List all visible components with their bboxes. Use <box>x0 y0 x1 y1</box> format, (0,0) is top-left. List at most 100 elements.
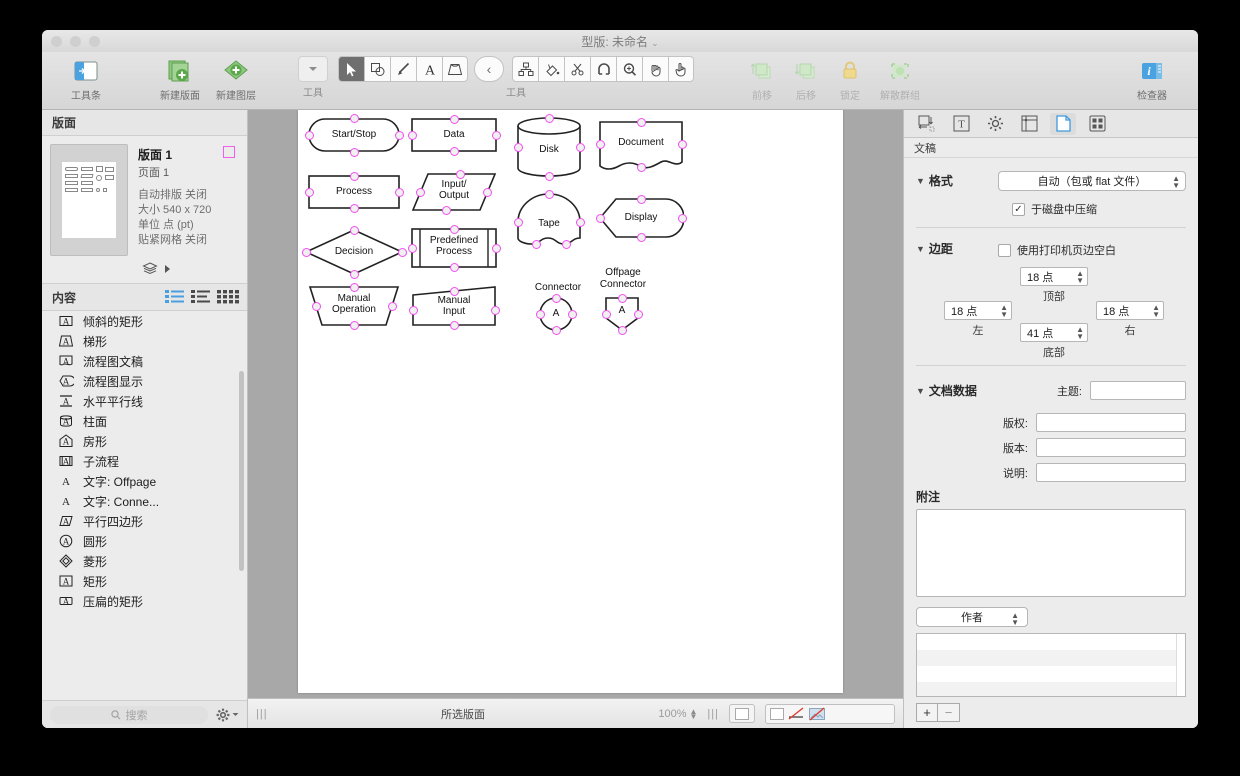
handle-right[interactable] <box>397 247 407 257</box>
inspector-button[interactable]: i 检查器 <box>1130 56 1174 102</box>
text-tool[interactable]: A <box>416 56 442 82</box>
collapse-tool[interactable]: ‹ <box>474 56 504 82</box>
toolbar-toggle-button[interactable]: 工具条 <box>64 56 108 102</box>
shape-disk[interactable]: Disk <box>513 113 585 181</box>
title-chevron-icon[interactable]: ⌄ <box>651 38 659 48</box>
canvas-viewport[interactable]: Start/Stop Data Disk Document Process In… <box>248 110 903 698</box>
handle-top[interactable] <box>544 189 554 199</box>
handle-left[interactable] <box>304 130 314 140</box>
handle-left[interactable] <box>513 217 523 227</box>
handle-left[interactable] <box>408 305 418 315</box>
compress-checkbox-row[interactable]: ✓ 于磁盘中压缩 <box>1012 201 1186 217</box>
ungroup-button[interactable]: 解散群组 <box>872 56 928 102</box>
magnet-tool[interactable] <box>590 56 616 82</box>
handle-bottom[interactable] <box>544 171 554 181</box>
handle-top[interactable] <box>449 224 459 234</box>
canvas-page[interactable]: Start/Stop Data Disk Document Process In… <box>298 110 843 693</box>
handle-left[interactable] <box>595 213 605 223</box>
handle-top[interactable] <box>636 117 646 127</box>
handle-bottom[interactable] <box>449 262 459 272</box>
canvas-item[interactable]: 版面 1 页面 1 自动排版 关闭 大小 540 x 720 单位 点 (pt)… <box>50 144 239 275</box>
handle-bottom[interactable] <box>349 203 359 213</box>
grid-view-icon[interactable] <box>217 289 239 305</box>
handle-left[interactable] <box>595 139 605 149</box>
list-item[interactable]: A 流程图显示 <box>42 371 247 391</box>
handle-bottom[interactable] <box>551 325 561 335</box>
format-disclosure-icon[interactable]: ▼ <box>916 176 925 186</box>
handle-bottom[interactable] <box>349 147 359 157</box>
handle-bottom[interactable] <box>349 269 359 279</box>
margins-disclosure-icon[interactable]: ▼ <box>916 244 925 254</box>
list-item[interactable]: A 子流程 <box>42 451 247 471</box>
shape-manual-operation[interactable]: Manual Operation <box>308 282 400 330</box>
pointer-hand-tool[interactable] <box>668 56 694 82</box>
margin-bottom-field[interactable]: 41 点 ▲ ▼ <box>1020 323 1088 342</box>
docdata-disclosure-icon[interactable]: ▼ <box>916 386 925 396</box>
handle-top[interactable] <box>455 169 465 179</box>
zoom-tool[interactable] <box>616 56 642 82</box>
handle-right[interactable] <box>394 187 404 197</box>
margin-right-field[interactable]: 18 点 ▲ ▼ <box>1096 301 1164 320</box>
handle-top[interactable] <box>544 113 554 123</box>
canvas-tab[interactable] <box>1016 113 1042 135</box>
list-item[interactable]: A 矩形 <box>42 571 247 591</box>
handle-right[interactable] <box>491 243 501 253</box>
right-resize-grip[interactable]: ||| <box>707 708 719 720</box>
handle-bottom[interactable] <box>617 325 627 335</box>
shape-tool[interactable] <box>364 56 390 82</box>
new-canvas-button[interactable]: 新建版面 <box>152 56 208 102</box>
geometry-tab[interactable] <box>914 113 940 135</box>
shape-manual-input[interactable]: Manual Input <box>408 285 500 330</box>
handle-top[interactable] <box>636 194 646 204</box>
handle-bottom[interactable] <box>531 239 541 249</box>
table-row[interactable] <box>917 666 1185 682</box>
shape-input-output[interactable]: Input/ Output <box>411 169 497 215</box>
handle-bottom[interactable] <box>449 146 459 156</box>
list-item[interactable]: A 梯形 <box>42 331 247 351</box>
handle-right[interactable] <box>387 301 397 311</box>
handle-top[interactable] <box>349 282 359 292</box>
printer-margins-row[interactable]: 使用打印机页边空白 <box>998 242 1116 258</box>
format-section-header[interactable]: ▼ 格式 <box>916 172 990 189</box>
list-item[interactable]: A 倾斜的矩形 <box>42 311 247 331</box>
table-row[interactable] <box>917 650 1185 666</box>
scissors-tool[interactable] <box>564 56 590 82</box>
description-field[interactable] <box>1036 463 1186 482</box>
handle-bottom[interactable] <box>636 162 646 172</box>
content-list[interactable]: A 倾斜的矩形 A 梯形 A 流程图文稿 A 流程图显示 A 水平平行线 A 柱面 A 房形 A 子流程 A 文字… <box>42 311 247 700</box>
list-item[interactable]: A 文字: Conne... <box>42 491 247 511</box>
handle-right[interactable] <box>677 139 687 149</box>
table-row[interactable] <box>917 682 1185 696</box>
canvas-thumbnail[interactable] <box>50 144 128 256</box>
handle-left[interactable] <box>304 187 314 197</box>
handle-right[interactable] <box>575 217 585 227</box>
handle-right[interactable] <box>677 213 687 223</box>
zoom-control[interactable]: 100% ▲ ▼ <box>658 707 698 720</box>
shape-tape[interactable]: Tape <box>513 189 585 249</box>
handle-right[interactable] <box>394 130 404 140</box>
subject-field[interactable] <box>1090 381 1186 400</box>
line-tool[interactable] <box>390 56 416 82</box>
perspective-tool[interactable] <box>442 56 468 82</box>
layers-toggle[interactable] <box>138 262 239 275</box>
list-view-icon[interactable] <box>165 289 185 305</box>
handle-top[interactable] <box>449 114 459 124</box>
margins-section-header[interactable]: ▼ 边距 <box>916 240 990 257</box>
handle-right[interactable] <box>633 309 643 319</box>
handle-top[interactable] <box>551 293 561 303</box>
margin-right-stepper[interactable]: ▲ ▼ <box>1152 304 1160 319</box>
shape-decision[interactable]: Decision <box>301 225 407 279</box>
compress-checkbox[interactable]: ✓ <box>1012 202 1025 216</box>
grid-tab[interactable] <box>1084 113 1110 135</box>
handle-top[interactable] <box>349 171 359 181</box>
shape-predefined-process[interactable]: Predefined Process <box>407 224 501 272</box>
list-item[interactable]: A 平行四边形 <box>42 511 247 531</box>
handle-right[interactable] <box>490 305 500 315</box>
bring-forward-button[interactable]: 前移 <box>740 56 784 102</box>
outline-view-icon[interactable] <box>191 289 211 305</box>
shape-display[interactable]: Display <box>595 194 687 242</box>
handle-bottom[interactable] <box>636 232 646 242</box>
remove-author-button[interactable]: − <box>938 703 960 722</box>
style-fill-swatch[interactable] <box>770 707 784 720</box>
zoom-stepper[interactable]: ▲ ▼ <box>690 707 698 720</box>
